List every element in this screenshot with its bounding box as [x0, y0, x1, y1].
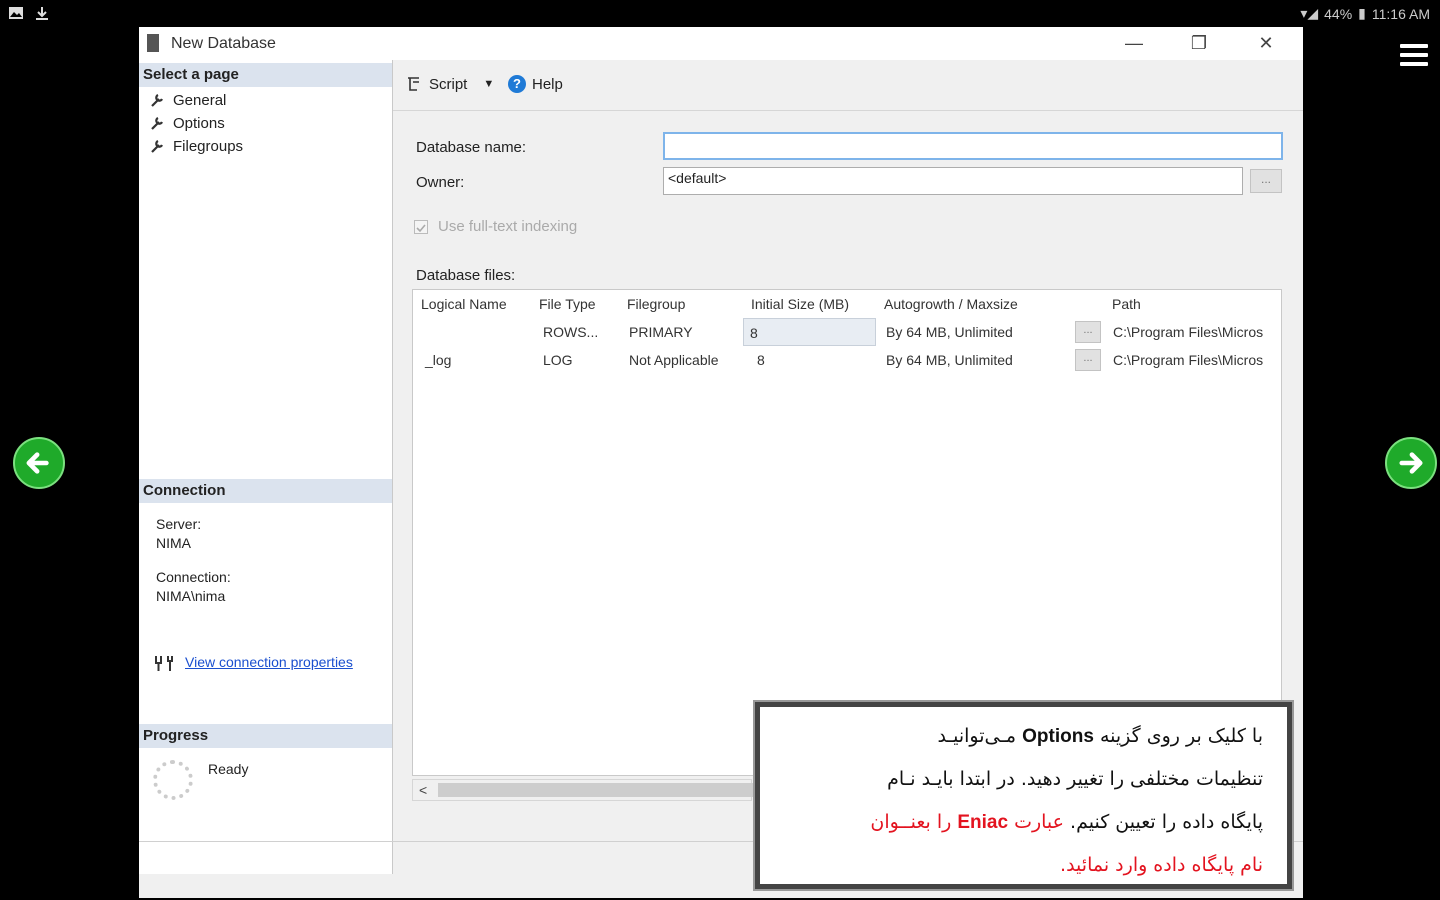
connection-value: NIMA\nima	[156, 588, 226, 604]
annotation-highlight: را بعنــوان	[870, 811, 952, 833]
image-icon	[9, 7, 23, 19]
annotation-text: با کلیک بر روی گزینه	[1099, 725, 1263, 747]
table-row[interactable]: _log LOG Not Applicable 8 By 64 MB, Unli…	[413, 346, 1281, 374]
server-value: NIMA	[156, 535, 191, 551]
autogrowth-browse-button[interactable]: ...	[1075, 349, 1101, 371]
script-button[interactable]: Script ▼	[405, 75, 494, 93]
column-header[interactable]: Autogrowth / Maxsize	[878, 290, 1106, 318]
annotation-keyword: Eniac	[957, 812, 1009, 833]
database-files-label: Database files:	[416, 267, 516, 284]
annotation-line-1: با کلیک بر روی گزینه Options مـی‌توانیـد	[784, 715, 1263, 758]
page-label: Options	[173, 114, 225, 132]
help-label: Help	[532, 75, 563, 93]
filegroup-cell[interactable]: PRIMARY	[623, 318, 745, 346]
column-header[interactable]: Logical Name	[415, 290, 533, 318]
page-general[interactable]: General	[149, 89, 226, 111]
filegroup-cell[interactable]: Not Applicable	[623, 346, 745, 374]
restore-button[interactable]: ❐	[1184, 31, 1214, 55]
file-type-cell[interactable]: LOG	[537, 346, 621, 374]
connection-header: Connection	[139, 479, 392, 503]
battery-percent: 44%	[1324, 5, 1353, 22]
close-button[interactable]: ✕	[1251, 31, 1281, 55]
page-options[interactable]: Options	[149, 112, 225, 134]
owner-browse-button[interactable]: ...	[1250, 169, 1282, 193]
owner-label: Owner:	[416, 174, 465, 191]
checkmark-icon	[416, 224, 426, 233]
select-page-header: Select a page	[139, 63, 392, 87]
autogrowth-cell: By 64 MB, Unlimited	[886, 352, 1013, 368]
column-header[interactable]: Initial Size (MB)	[745, 290, 878, 318]
column-header[interactable]: Filegroup	[621, 290, 745, 318]
page-label: Filegroups	[173, 137, 244, 155]
annotation-text: پایگاه داده را تعیین کنیم.	[1070, 811, 1263, 833]
back-arrow-icon[interactable]	[13, 437, 65, 489]
annotation-box: با کلیک بر روی گزینه Options مـی‌توانیـد…	[753, 700, 1294, 891]
scrollbar-thumb[interactable]	[438, 783, 753, 797]
script-icon	[408, 77, 419, 91]
annotation-text: مـی‌توانیـد	[937, 725, 1017, 747]
database-name-label: Database name:	[416, 139, 527, 156]
help-icon: ?	[508, 75, 526, 93]
help-button[interactable]: ? Help	[508, 75, 563, 93]
horizontal-scrollbar[interactable]: <	[412, 779, 753, 801]
forward-arrow-icon[interactable]	[1385, 437, 1437, 489]
window-title: New Database	[171, 35, 276, 52]
server-label: Server:	[156, 516, 202, 532]
minimize-button[interactable]: —	[1119, 31, 1149, 55]
initial-size-cell[interactable]: 8	[743, 318, 876, 346]
scroll-left-icon[interactable]: <	[419, 780, 427, 800]
path-cell[interactable]: C:\Program Files\Micros	[1107, 318, 1281, 346]
logical-name-cell[interactable]	[415, 318, 533, 346]
path-cell[interactable]: C:\Program Files\Micros	[1107, 346, 1281, 374]
owner-input[interactable]: <default>	[663, 167, 1243, 195]
progress-spinner-icon	[153, 760, 193, 800]
title-bar: New Database — ❐ ✕	[139, 27, 1303, 60]
page-filegroups[interactable]: Filegroups	[149, 135, 243, 157]
column-header[interactable]: File Type	[533, 290, 621, 318]
annotation-line-4: نام پایگاه داده وارد نمائید.	[1060, 854, 1263, 876]
logical-name-cell[interactable]: _log	[419, 346, 533, 374]
wrench-icon	[151, 140, 163, 153]
wrench-icon	[151, 94, 163, 107]
status-bar: ▾◢ 44% ▮ 11:16 AM	[0, 0, 1440, 28]
table-row[interactable]: ROWS... PRIMARY 8 By 64 MB, Unlimited ..…	[413, 318, 1281, 346]
progress-status: Ready	[208, 761, 249, 777]
fulltext-checkbox[interactable]	[414, 220, 428, 234]
annotation-line-3: پایگاه داده را تعیین کنیم. عبارت Eniac ر…	[784, 801, 1263, 844]
hamburger-menu-icon[interactable]	[1400, 44, 1428, 66]
script-label: Script	[429, 75, 468, 93]
annotation-keyword: Options	[1022, 726, 1094, 747]
wrench-icon	[151, 117, 163, 130]
grid-header-row: Logical Name File Type Filegroup Initial…	[413, 290, 1281, 318]
left-panel: Select a page General Options Filegroups…	[139, 60, 393, 874]
download-icon	[36, 7, 48, 20]
connection-plug-icon	[155, 656, 173, 671]
toolbar: Script ▼ ? Help	[393, 60, 1303, 111]
column-header[interactable]: Path	[1106, 290, 1281, 318]
clock: 11:16 AM	[1371, 5, 1430, 22]
wifi-signal-icon: ▾◢	[1300, 5, 1319, 21]
database-icon	[147, 34, 159, 52]
initial-size-cell[interactable]: 8	[751, 346, 876, 374]
page-label: General	[173, 91, 227, 109]
database-name-input[interactable]	[663, 132, 1283, 160]
connection-label: Connection:	[156, 569, 231, 585]
autogrowth-browse-button[interactable]: ...	[1075, 321, 1101, 343]
chevron-down-icon[interactable]: ▼	[483, 78, 494, 90]
view-connection-properties-link[interactable]: View connection properties	[185, 654, 353, 670]
fulltext-label: Use full-text indexing	[438, 218, 578, 235]
autogrowth-cell: By 64 MB, Unlimited	[886, 324, 1013, 340]
battery-icon: ▮	[1358, 5, 1366, 21]
annotation-line-2: تنظیمات مختلفی را تغییر دهید. در ابتدا ب…	[887, 768, 1263, 790]
file-type-cell[interactable]: ROWS...	[537, 318, 621, 346]
progress-header: Progress	[139, 724, 392, 748]
annotation-highlight: عبارت	[1014, 811, 1064, 833]
